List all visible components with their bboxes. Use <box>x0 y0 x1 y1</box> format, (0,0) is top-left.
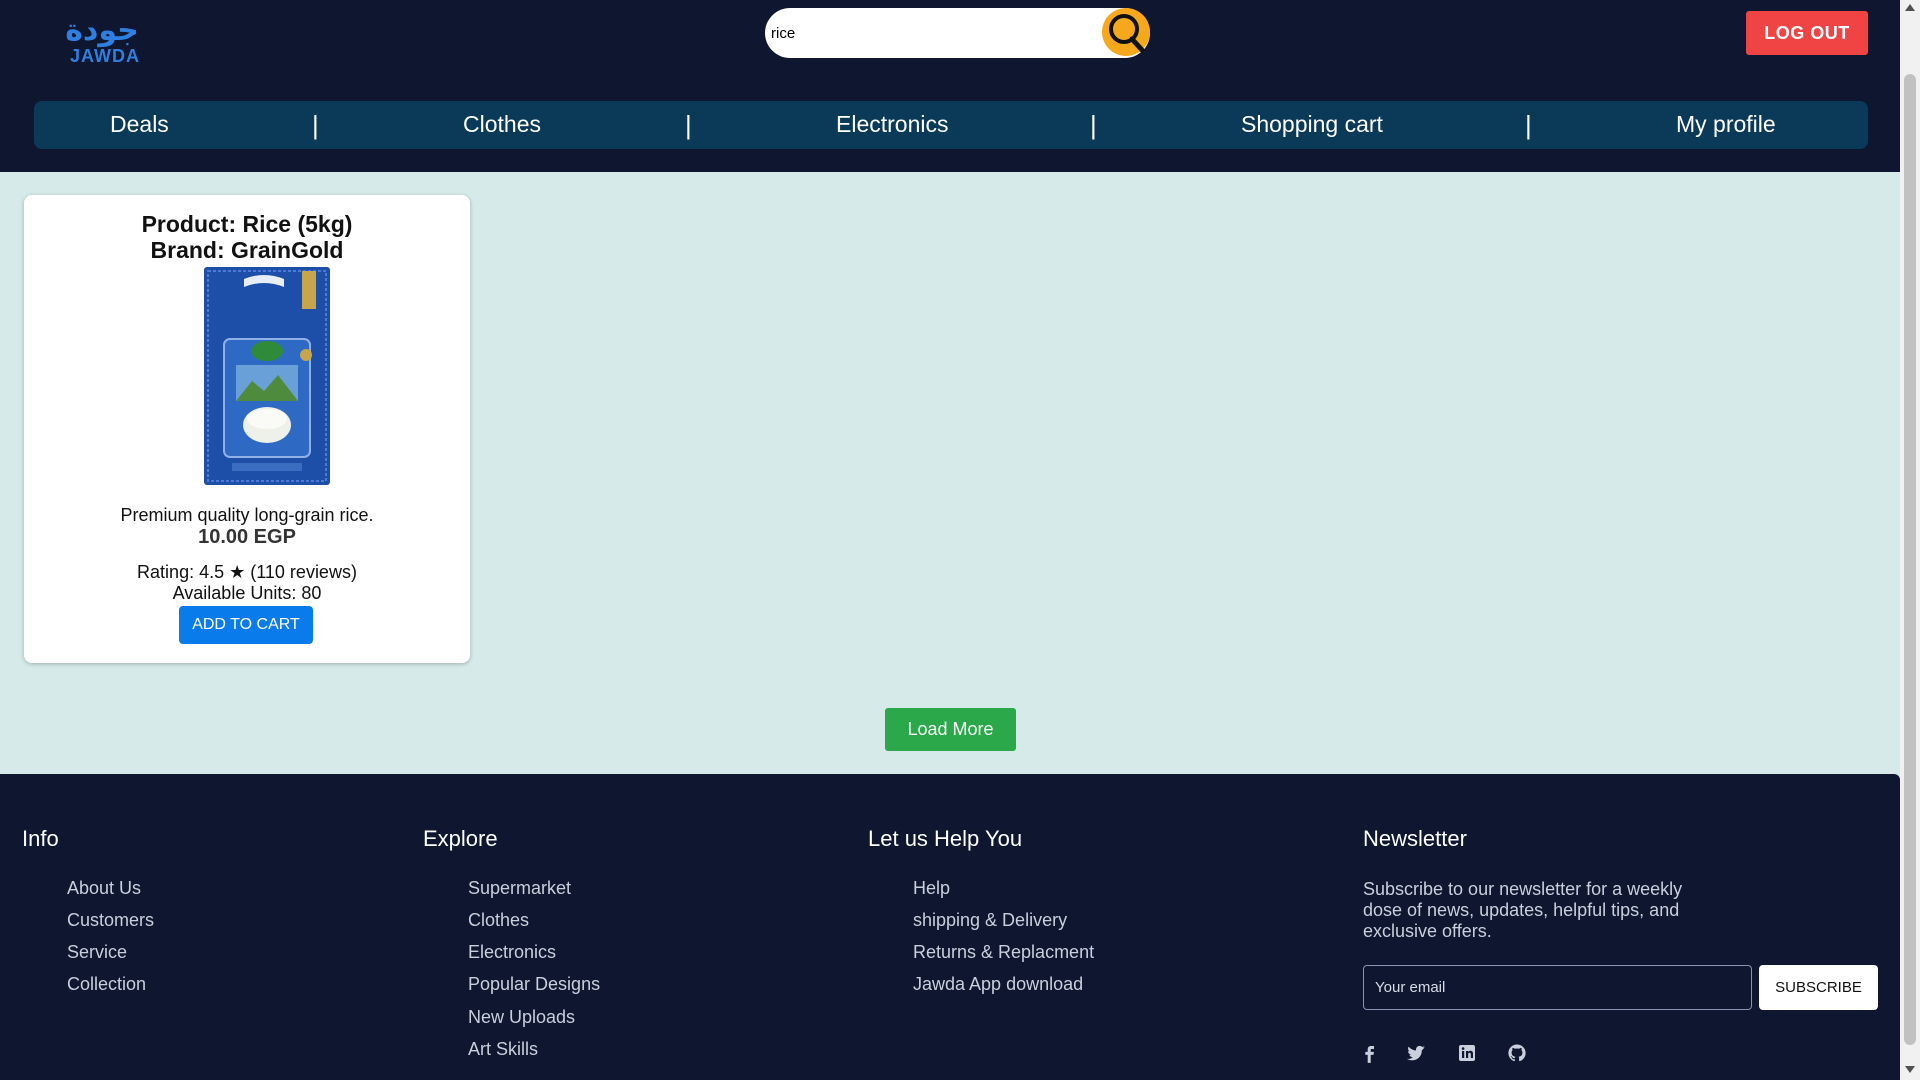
product-price: 10.00 EGP <box>198 526 296 548</box>
facebook-icon[interactable] <box>1358 1042 1380 1064</box>
nav-separator: | <box>1090 110 1097 140</box>
logout-button[interactable]: LOG OUT <box>1746 11 1868 55</box>
footer-link-popular-designs[interactable]: Popular Designs <box>468 974 600 995</box>
footer-link-help[interactable]: Help <box>913 878 950 899</box>
product-image[interactable] <box>202 265 336 487</box>
search-bar <box>765 8 1150 58</box>
footer-link-customers[interactable]: Customers <box>67 910 154 931</box>
logo-english-text: JAWDA <box>70 46 141 66</box>
load-more-button[interactable]: Load More <box>885 708 1016 751</box>
jawda-logo[interactable]: جودة JAWDA <box>52 13 152 67</box>
nav-item-clothes[interactable]: Clothes <box>463 101 541 149</box>
product-brand: Brand: GrainGold <box>150 237 344 263</box>
footer-link-returns[interactable]: Returns & Replacment <box>913 942 1094 963</box>
footer-link-clothes[interactable]: Clothes <box>468 910 529 931</box>
twitter-icon[interactable] <box>1405 1042 1427 1064</box>
subscribe-button[interactable]: SUBSCRIBE <box>1759 965 1878 1010</box>
site-header: جودة JAWDA LOG OUT Deals | Clothes | Ele… <box>0 0 1900 172</box>
scroll-down-arrow-icon[interactable] <box>1905 1066 1915 1073</box>
linkedin-icon[interactable] <box>1456 1042 1478 1064</box>
footer-link-app-download[interactable]: Jawda App download <box>913 974 1083 995</box>
footer-link-new-uploads[interactable]: New Uploads <box>468 1007 575 1028</box>
search-icon <box>1109 14 1145 53</box>
github-icon[interactable] <box>1506 1042 1528 1064</box>
search-button[interactable] <box>1102 8 1150 56</box>
footer-info-heading: Info <box>22 826 59 851</box>
search-input[interactable] <box>767 8 1097 58</box>
footer-link-collection[interactable]: Collection <box>67 974 146 995</box>
footer-newsletter-heading: Newsletter <box>1363 826 1467 851</box>
nav-item-electronics[interactable]: Electronics <box>836 101 948 149</box>
logo-arabic-text: جودة <box>65 13 139 48</box>
footer-link-art-skills[interactable]: Art Skills <box>468 1039 538 1060</box>
footer-link-shipping[interactable]: shipping & Delivery <box>913 910 1067 931</box>
product-units: Available Units: 80 <box>172 583 322 603</box>
nav-item-deals[interactable]: Deals <box>110 101 169 149</box>
footer-link-electronics[interactable]: Electronics <box>468 942 556 963</box>
nav-separator: | <box>685 110 692 140</box>
newsletter-text: Subscribe to our newsletter for a weekly… <box>1363 879 1683 941</box>
footer-link-service[interactable]: Service <box>67 942 127 963</box>
add-to-cart-button[interactable]: ADD TO CART <box>179 606 313 644</box>
page-scrollbar[interactable] <box>1900 0 1920 1080</box>
nav-item-shopping-cart[interactable]: Shopping cart <box>1241 101 1383 149</box>
footer-link-supermarket[interactable]: Supermarket <box>468 878 571 899</box>
footer-link-about-us[interactable]: About Us <box>67 878 141 899</box>
product-rating: Rating: 4.5 ★ (110 reviews) <box>137 562 357 582</box>
product-title: Product: Rice (5kg) <box>141 211 353 237</box>
nav-item-my-profile[interactable]: My profile <box>1676 101 1776 149</box>
product-description: Premium quality long-grain rice. <box>120 505 374 525</box>
footer-help-heading: Let us Help You <box>868 826 1023 851</box>
footer-explore-heading: Explore <box>423 826 498 851</box>
site-footer: Info About Us Customers Service Collecti… <box>0 774 1900 1080</box>
scrollbar-thumb[interactable] <box>1904 74 1916 1045</box>
nav-separator: | <box>1525 110 1532 140</box>
nav-separator: | <box>312 110 319 140</box>
main-nav: Deals | Clothes | Electronics | Shopping… <box>34 101 1868 149</box>
newsletter-email-input[interactable] <box>1363 965 1752 1010</box>
scroll-up-arrow-icon[interactable] <box>1905 4 1915 11</box>
product-card: Product: Rice (5kg) Brand: GrainGold Pre… <box>24 195 470 663</box>
